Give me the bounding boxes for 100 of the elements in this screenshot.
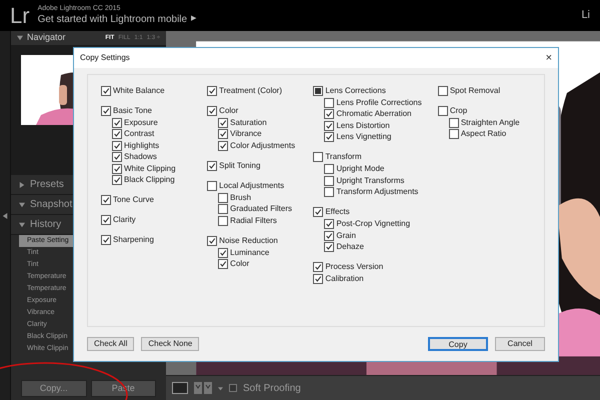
close-button[interactable]: × <box>546 52 552 64</box>
checkbox[interactable] <box>112 175 122 185</box>
expanded-triangle-icon[interactable] <box>19 222 25 228</box>
checkbox[interactable] <box>324 187 334 197</box>
checkbox[interactable] <box>207 180 218 190</box>
before-after-icon[interactable] <box>194 382 212 394</box>
checkbox[interactable] <box>207 106 218 116</box>
option-label: Sharpening <box>113 236 154 244</box>
option-label: Treatment (Color) <box>219 86 282 94</box>
option-label: Local Adjustments <box>219 182 284 190</box>
dialog-title: Copy Settings <box>80 52 130 64</box>
option-label: Noise Reduction <box>219 236 278 244</box>
checkbox[interactable] <box>218 216 228 226</box>
option-label: Crop <box>450 106 468 114</box>
caret-icon[interactable] <box>218 386 223 390</box>
option-label: White Balance <box>113 86 165 94</box>
checkbox[interactable] <box>218 259 228 269</box>
checkbox[interactable] <box>112 118 122 128</box>
option-label: Dehaze <box>336 243 364 251</box>
option-label: Lens Vignetting <box>336 133 392 141</box>
checkbox[interactable] <box>324 98 334 108</box>
option-label: Grain <box>336 232 356 240</box>
panel-title[interactable]: History <box>30 217 62 232</box>
checkbox[interactable] <box>438 86 448 96</box>
option-label: Vibrance <box>230 130 262 138</box>
option-label: Shadows <box>124 153 157 161</box>
module-tab[interactable]: Li <box>581 7 590 24</box>
checkbox[interactable] <box>313 207 324 217</box>
option-label: Straighten Angle <box>460 118 520 126</box>
checkbox[interactable] <box>324 120 334 130</box>
checkbox[interactable] <box>101 86 111 96</box>
dialog-button[interactable]: Cancel <box>495 337 545 351</box>
option-label: Brush <box>230 194 252 202</box>
option-label: Color <box>230 260 250 268</box>
checkbox[interactable] <box>112 129 122 139</box>
checkbox[interactable] <box>218 192 228 202</box>
soft-proofing-label: Soft Proofing <box>243 382 301 396</box>
checkbox[interactable] <box>101 106 111 116</box>
option-label: White Clipping <box>124 164 176 172</box>
checkbox[interactable] <box>324 176 334 186</box>
panel-title[interactable]: Presets <box>30 177 64 192</box>
checkbox[interactable] <box>207 86 218 96</box>
collapse-arrow-icon[interactable] <box>2 212 8 218</box>
checkbox[interactable] <box>448 129 459 139</box>
checkbox[interactable] <box>324 219 334 229</box>
dialog-button[interactable]: Check All <box>87 337 134 351</box>
option-label: Exposure <box>124 118 158 126</box>
option-label: Clarity <box>113 216 136 224</box>
checkbox[interactable] <box>112 164 122 174</box>
collapsed-triangle-icon[interactable] <box>19 182 25 188</box>
option-label: Process Version <box>325 263 384 271</box>
panel-button[interactable]: Copy... <box>21 380 86 397</box>
checkbox[interactable] <box>313 274 324 284</box>
checkbox[interactable] <box>101 235 111 245</box>
option-label: Graduated Filters <box>230 205 292 213</box>
checkbox[interactable] <box>438 106 448 116</box>
checkbox[interactable] <box>218 118 228 128</box>
option-label: Upright Mode <box>336 165 384 173</box>
option-label: Aspect Ratio <box>460 130 506 138</box>
promo-link[interactable]: Get started with Lightroom mobile <box>38 12 188 26</box>
option-label: Lens Corrections <box>325 86 386 94</box>
checkbox[interactable] <box>218 248 228 258</box>
option-label: Luminance <box>230 248 270 256</box>
checkbox[interactable] <box>218 204 228 214</box>
checkbox[interactable] <box>218 129 228 139</box>
option-label: Spot Removal <box>450 86 500 94</box>
option-label: Basic Tone <box>113 106 152 114</box>
option-label: Calibration <box>325 275 364 283</box>
checkbox[interactable] <box>101 195 111 205</box>
option-label: Transform <box>325 153 362 161</box>
checkbox[interactable] <box>313 262 324 272</box>
checkbox[interactable] <box>207 160 218 170</box>
dialog-button[interactable]: Check None <box>141 337 200 351</box>
option-label: Black Clipping <box>124 176 175 184</box>
app-logo: Lr <box>10 4 30 26</box>
checkbox[interactable] <box>218 140 228 150</box>
checkbox[interactable] <box>313 152 324 162</box>
option-label: Color Adjustments <box>230 142 296 150</box>
checkbox[interactable] <box>324 242 334 252</box>
checkbox[interactable] <box>324 132 334 142</box>
option-label: Tone Curve <box>113 196 154 204</box>
option-label: Split Toning <box>219 162 260 170</box>
option-label: Saturation <box>230 118 267 126</box>
checkbox[interactable] <box>112 140 122 150</box>
panel-title[interactable]: Snapshot <box>30 197 72 212</box>
checkbox[interactable] <box>112 152 122 162</box>
option-label: Chromatic Aberration <box>336 110 412 118</box>
option-label: Color <box>219 106 238 114</box>
option-label: Upright Transforms <box>336 176 404 184</box>
dialog-button[interactable]: Copy <box>428 337 488 351</box>
expanded-triangle-icon[interactable] <box>19 202 25 208</box>
checkbox[interactable] <box>448 118 459 128</box>
checkbox[interactable] <box>324 164 334 174</box>
expanded-triangle-icon[interactable] <box>17 35 23 41</box>
checkbox[interactable] <box>207 236 218 246</box>
checkbox[interactable] <box>101 215 111 225</box>
checkbox[interactable] <box>324 230 334 240</box>
checkbox[interactable] <box>324 109 334 119</box>
checkbox[interactable] <box>229 384 237 392</box>
loupe-view-icon[interactable] <box>172 382 188 394</box>
